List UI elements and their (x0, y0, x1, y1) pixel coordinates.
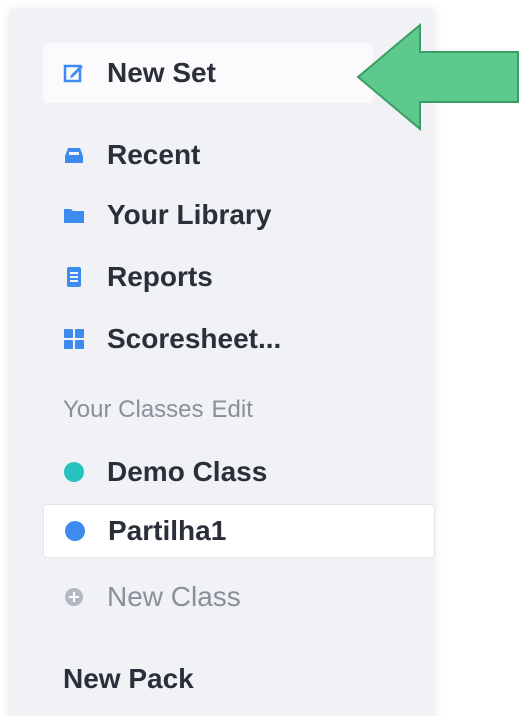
class-item-label: Demo Class (107, 456, 268, 487)
page: New Set Recent Your Library Reports Scor… (0, 0, 521, 716)
classes-section-header: Your Classes Edit (63, 396, 253, 424)
document-icon (63, 266, 85, 288)
plus-circle-icon (63, 586, 85, 608)
new-set-button[interactable]: New Set (43, 43, 373, 103)
new-pack-button[interactable]: New Pack (10, 654, 433, 704)
sidebar-item-label: Recent (107, 139, 201, 170)
class-color-dot (63, 461, 85, 483)
new-set-label: New Set (107, 57, 216, 88)
sidebar-item-label: Scoresheet... (107, 323, 282, 354)
class-color-dot (64, 520, 86, 542)
sidebar-item-reports[interactable]: Reports (10, 252, 433, 302)
sidebar-item-label: Your Library (107, 199, 272, 230)
class-item-partilha1[interactable]: Partilha1 (43, 504, 435, 558)
new-class-label: New Class (107, 581, 241, 612)
inbox-icon (63, 144, 85, 166)
classes-header-title: Your Classes (63, 396, 204, 423)
class-item-demo-class[interactable]: Demo Class (10, 447, 433, 497)
sidebar-item-label: Reports (107, 261, 213, 292)
folder-icon (63, 204, 85, 226)
sidebar-item-scoresheet[interactable]: Scoresheet... (10, 314, 433, 364)
new-pack-label: New Pack (63, 663, 194, 694)
edit-icon (63, 62, 85, 84)
classes-edit-link[interactable]: Edit (212, 396, 253, 423)
class-item-label: Partilha1 (108, 515, 227, 546)
sidebar-item-library[interactable]: Your Library (10, 190, 433, 240)
arrow-left-icon (356, 22, 519, 132)
new-class-button[interactable]: New Class (10, 572, 433, 622)
sidebar-item-recent[interactable]: Recent (10, 130, 433, 180)
grid-icon (63, 328, 85, 350)
